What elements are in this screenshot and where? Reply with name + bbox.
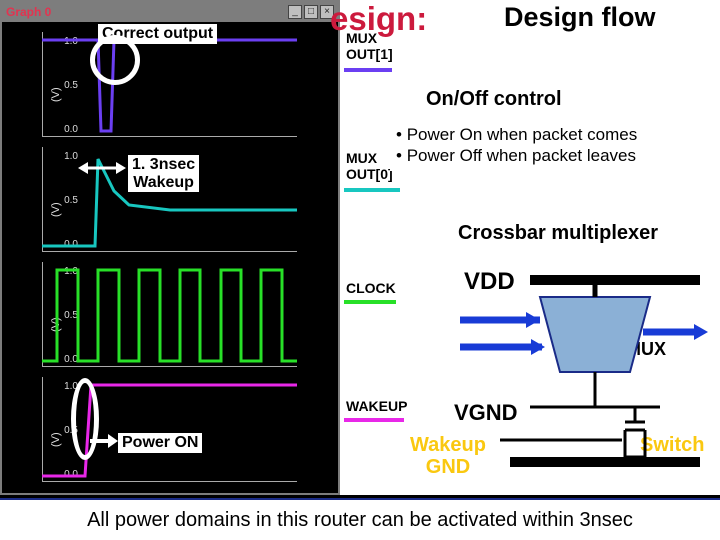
trace-muxout1 <box>42 32 297 137</box>
right-panel: esign: Design flow On/Off control • Powe… <box>340 0 720 495</box>
double-arrow-icon <box>78 158 126 178</box>
plot-area: (V) 0.0 0.5 1.0 (V) 0.0 0.5 1.0 (V) 0.0 … <box>2 22 338 493</box>
mux-diagram <box>390 262 710 477</box>
graph-titlebar[interactable]: Graph 0 _ □ × <box>2 2 338 22</box>
subheading: Design flow <box>500 2 660 33</box>
highlight-circle-glitch <box>90 35 140 85</box>
onoff-bullet-1: Power On when packet comes <box>407 125 638 144</box>
trace-clock <box>42 262 297 367</box>
highlight-ellipse-edge <box>71 378 99 460</box>
max-button[interactable]: □ <box>304 5 318 19</box>
annotation-power-on: Power ON <box>118 433 202 453</box>
subplot-muxout1: (V) 0.0 0.5 1.0 <box>42 32 297 137</box>
bottom-summary: All power domains in this router can be … <box>0 498 720 540</box>
annotation-wakeup-time: 1. 3nsec Wakeup <box>128 155 199 192</box>
onoff-box: • Power On when packet comes • Power Off… <box>390 120 712 171</box>
min-button[interactable]: _ <box>288 5 302 19</box>
crossbar-header: Crossbar multiplexer <box>450 220 666 247</box>
onoff-bullet-2: Power Off when packet leaves <box>407 146 636 165</box>
onoff-header: On/Off control <box>418 88 570 111</box>
graph-title: Graph 0 <box>6 5 286 19</box>
graph-window: Graph 0 _ □ × (V) 0.0 0.5 1.0 (V) 0.0 0.… <box>0 0 340 495</box>
subplot-clock: (V) 0.0 0.5 1.0 <box>42 262 297 367</box>
heading-fragment: esign: <box>330 0 427 38</box>
